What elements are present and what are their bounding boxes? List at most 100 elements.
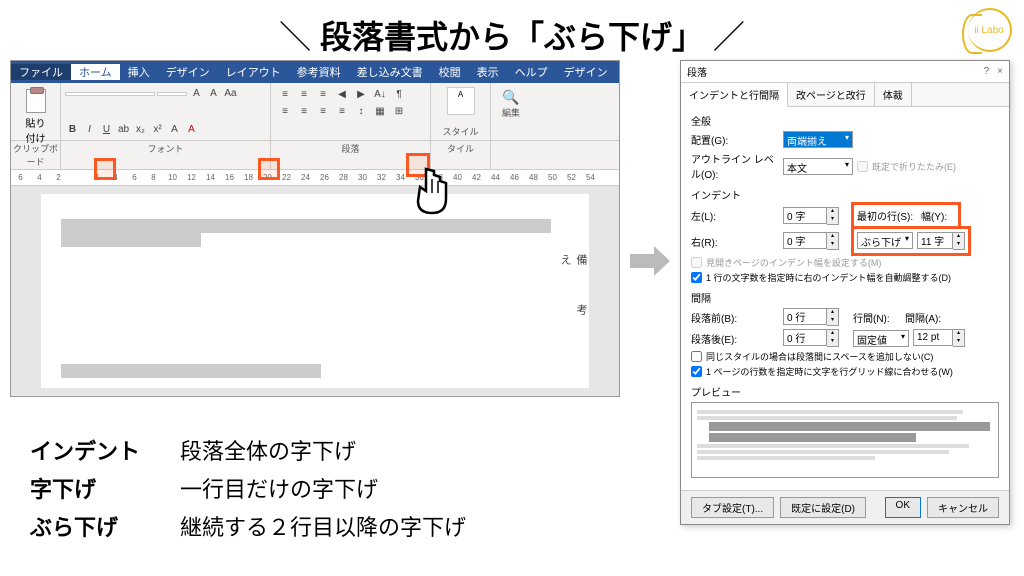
grid-checkbox[interactable] <box>691 366 702 377</box>
clear-format-icon[interactable]: Aa <box>223 86 238 101</box>
before-label: 段落前(B): <box>691 310 779 325</box>
right-indent-label: 右(R): <box>691 234 779 249</box>
tab-line-breaks[interactable]: 改ページと改行 <box>788 83 875 106</box>
ribbon: 貼り付け A A Aa B I U ab x₂ x² A A <box>11 83 619 141</box>
align-right-icon[interactable]: ≡ <box>315 104 331 118</box>
font-size-input[interactable] <box>157 92 187 96</box>
right-indent-input[interactable] <box>783 232 827 249</box>
align-center-icon[interactable]: ≡ <box>296 104 312 118</box>
firstline-label: 最初の行(S): <box>857 208 917 223</box>
at-label: 間隔(A): <box>905 310 949 325</box>
paste-icon <box>26 89 46 113</box>
def-term: インデント <box>30 434 180 466</box>
bullets-icon[interactable]: ≡ <box>277 87 293 101</box>
show-marks-icon[interactable]: ¶ <box>391 87 407 101</box>
line-spacing-select[interactable]: 固定値 <box>853 330 909 347</box>
document-area: 備え 考 <box>11 186 619 396</box>
style-gallery[interactable]: A <box>447 87 475 115</box>
underline-icon[interactable]: U <box>99 122 114 137</box>
default-button[interactable]: 既定に設定(D) <box>780 497 866 518</box>
styles-group: A スタイル <box>431 83 491 140</box>
decrease-indent-icon[interactable]: ◀ <box>334 87 350 101</box>
after-input[interactable] <box>783 329 827 346</box>
dialog-title: 段落 <box>687 64 707 79</box>
left-indent-input[interactable] <box>783 207 827 224</box>
font-color-icon[interactable]: A <box>184 122 199 137</box>
line-spacing-label: 行間(N): <box>853 310 901 325</box>
def-term: 字下げ <box>30 472 180 504</box>
definitions: インデント段落全体の字下げ 字下げ一行目だけの字下げ ぶら下げ継続する２行目以降… <box>30 434 466 548</box>
before-input[interactable] <box>783 308 827 325</box>
tab-layout[interactable]: レイアウト <box>218 64 289 80</box>
borders-icon[interactable]: ⊞ <box>391 104 407 118</box>
tab-references[interactable]: 参考資料 <box>289 64 349 80</box>
bold-icon[interactable]: B <box>65 122 80 137</box>
left-indent-label: 左(L): <box>691 208 779 223</box>
preview-label: プレビュー <box>691 384 999 399</box>
alignment-select[interactable]: 両端揃え <box>783 131 853 148</box>
tab-design2[interactable]: デザイン <box>556 64 616 80</box>
cancel-button[interactable]: キャンセル <box>927 497 999 518</box>
page-title: 段落書式から「ぶら下げ」 <box>0 0 1024 66</box>
font-group: A A Aa B I U ab x₂ x² A A <box>61 83 271 140</box>
tab-help[interactable]: ヘルプ <box>507 64 556 80</box>
page[interactable]: 備え 考 <box>41 194 589 388</box>
shading-icon[interactable]: ▦ <box>372 104 388 118</box>
firstline-select[interactable]: ぶら下げ <box>857 232 913 249</box>
sup-icon[interactable]: x² <box>150 122 165 137</box>
after-label: 段落後(E): <box>691 331 779 346</box>
multilevel-icon[interactable]: ≡ <box>315 87 331 101</box>
outline-select[interactable]: 本文 <box>783 158 853 175</box>
sub-icon[interactable]: x₂ <box>133 122 148 137</box>
sort-icon[interactable]: A↓ <box>372 87 388 101</box>
tab-indent-spacing[interactable]: インデントと行間隔 <box>681 83 788 107</box>
align-left-icon[interactable]: ≡ <box>277 104 293 118</box>
tab-mailings[interactable]: 差し込み文書 <box>349 64 431 80</box>
increase-indent-icon[interactable]: ▶ <box>353 87 369 101</box>
width-input[interactable] <box>917 232 953 249</box>
at-input[interactable] <box>913 329 953 346</box>
highlight-para-launcher <box>258 158 280 180</box>
italic-icon[interactable]: I <box>82 122 97 137</box>
grow-font-icon[interactable]: A <box>189 86 204 101</box>
paste-button[interactable]: 貼り付け <box>15 85 56 149</box>
tab-layout2[interactable]: レイアウト <box>616 64 687 80</box>
tab-view[interactable]: 表示 <box>469 64 507 80</box>
strike-icon[interactable]: ab <box>116 122 131 137</box>
mirror-checkbox[interactable] <box>691 257 702 268</box>
highlight-font-launcher <box>94 158 116 180</box>
highlight-icon[interactable]: A <box>167 122 182 137</box>
find-icon[interactable]: 🔍 <box>499 89 523 106</box>
close-button[interactable]: × <box>997 66 1003 77</box>
shrink-font-icon[interactable]: A <box>206 86 221 101</box>
word-window: ファイル ホーム 挿入 デザイン レイアウト 参考資料 差し込み文書 校閲 表示… <box>10 60 620 397</box>
editing-group: 🔍 編集 <box>491 83 531 140</box>
collapse-checkbox[interactable] <box>857 161 868 172</box>
outline-label: アウトライン レベル(O): <box>691 151 779 181</box>
tab-review[interactable]: 校閲 <box>431 64 469 80</box>
tab-design[interactable]: デザイン <box>158 64 218 80</box>
preview-box <box>691 402 999 478</box>
general-label: 全般 <box>691 113 999 128</box>
clipboard-group: 貼り付け <box>11 83 61 140</box>
tab-insert[interactable]: 挿入 <box>120 64 158 80</box>
font-name-input[interactable] <box>65 92 155 96</box>
width-label: 幅(Y): <box>921 208 955 223</box>
paragraph-dialog: 段落 ? × インデントと行間隔 改ページと改行 体裁 全般 配置(G): 両端… <box>680 60 1010 525</box>
help-button[interactable]: ? <box>984 66 990 77</box>
tab-home[interactable]: ホーム <box>71 64 120 80</box>
def-desc: 段落全体の字下げ <box>180 434 356 466</box>
justify-icon[interactable]: ≡ <box>334 104 350 118</box>
same-style-checkbox[interactable] <box>691 351 702 362</box>
auto-indent-checkbox[interactable] <box>691 272 702 283</box>
logo: ii Labo <box>968 8 1012 52</box>
tabs-button[interactable]: タブ設定(T)... <box>691 497 774 518</box>
tab-file[interactable]: ファイル <box>11 64 71 80</box>
numbering-icon[interactable]: ≡ <box>296 87 312 101</box>
tab-asian[interactable]: 体裁 <box>875 83 912 106</box>
spacing-label: 間隔 <box>691 290 999 305</box>
ok-button[interactable]: OK <box>885 497 921 518</box>
line-spacing-icon[interactable]: ↕ <box>353 104 369 118</box>
arrow-icon <box>630 240 670 280</box>
indent-label: インデント <box>691 187 999 202</box>
